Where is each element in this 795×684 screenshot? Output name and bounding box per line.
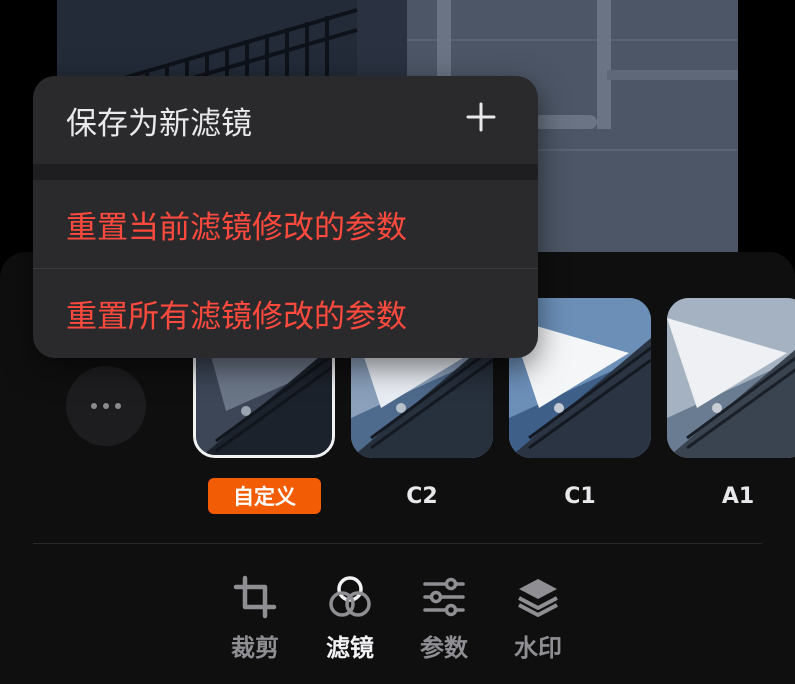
reset-current-filter-item[interactable]: 重置当前滤镜修改的参数	[33, 180, 538, 268]
reset-current-filter-label: 重置当前滤镜修改的参数	[66, 209, 407, 246]
tab-filter[interactable]: 滤镜	[315, 574, 385, 664]
more-filters-button[interactable]	[66, 366, 146, 446]
editor-screen: 自定义 C2 C1 A1 裁剪 滤镜 参数 水印 保存为新滤镜 重置当前滤镜修改…	[0, 0, 795, 684]
tab-params-label: 参数	[420, 634, 468, 662]
menu-separator	[33, 164, 538, 180]
filter-circles-icon	[329, 576, 371, 617]
filter-label-a1[interactable]: A1	[667, 478, 795, 514]
filter-thumb-a1[interactable]	[667, 298, 795, 458]
reset-all-filters-label: 重置所有滤镜修改的参数	[66, 299, 407, 335]
tab-watermark[interactable]: 水印	[503, 574, 573, 664]
plus-icon	[466, 102, 496, 132]
save-as-new-filter-item[interactable]: 保存为新滤镜	[33, 76, 538, 164]
tab-params[interactable]: 参数	[409, 574, 479, 664]
thumb-image	[667, 298, 795, 458]
layers-icon	[518, 579, 558, 617]
filter-label-custom[interactable]: 自定义	[208, 478, 321, 514]
filter-label-c2[interactable]: C2	[351, 478, 493, 514]
more-dots-icon	[91, 403, 121, 409]
tab-crop-label: 裁剪	[231, 634, 279, 662]
sliders-icon	[423, 577, 465, 617]
tab-filter-label: 滤镜	[326, 634, 374, 662]
crop-icon	[233, 575, 277, 619]
reset-all-filters-item[interactable]: 重置所有滤镜修改的参数	[33, 269, 538, 358]
filter-options-menu: 保存为新滤镜 重置当前滤镜修改的参数 重置所有滤镜修改的参数	[33, 76, 538, 358]
divider	[33, 543, 762, 544]
tab-crop[interactable]: 裁剪	[220, 574, 290, 664]
filter-label-c1[interactable]: C1	[509, 478, 651, 514]
tab-watermark-label: 水印	[514, 634, 562, 662]
